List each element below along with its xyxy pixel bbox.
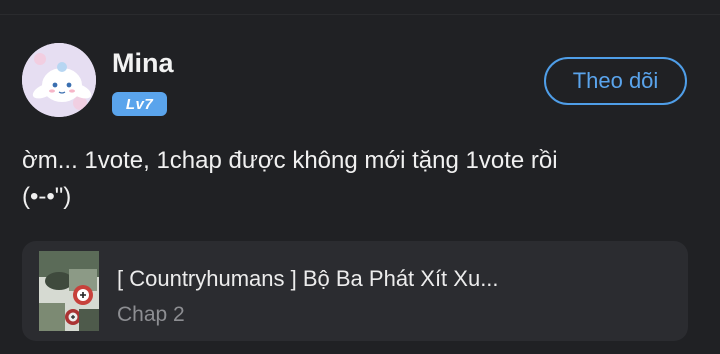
story-cover-icon (39, 251, 99, 331)
username[interactable]: Mina (112, 47, 174, 79)
comment-text-line-2: (•-•") (22, 183, 72, 210)
cinnamoroll-avatar-icon (22, 43, 96, 117)
user-avatar[interactable] (22, 43, 96, 117)
story-chapter[interactable]: Chap 2 (117, 301, 185, 329)
story-card[interactable]: [ Countryhumans ] Bộ Ba Phát Xít Xu... C… (22, 241, 688, 341)
comment-text-line-1: ờm... 1vote, 1chap được không mới tặng 1… (22, 147, 558, 174)
story-cover-thumbnail (39, 251, 99, 331)
comment-text: ờm... 1vote, 1chap được không mới tặng 1… (22, 143, 702, 215)
story-title[interactable]: [ Countryhumans ] Bộ Ba Phát Xít Xu... (117, 265, 499, 293)
level-badge: Lv7 (112, 92, 167, 116)
follow-button[interactable]: Theo dõi (544, 57, 687, 105)
top-divider (0, 14, 720, 15)
